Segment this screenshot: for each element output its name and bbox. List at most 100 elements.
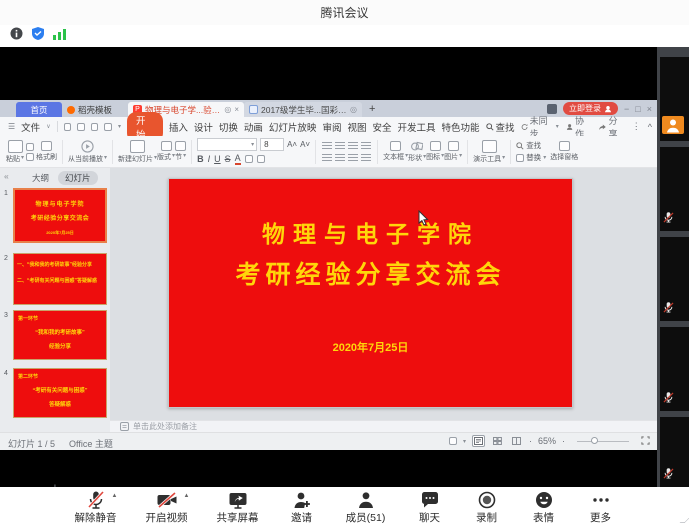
present-tools-button[interactable]: 演示工具▾ xyxy=(473,140,505,164)
fullscreen-icon[interactable] xyxy=(641,436,650,447)
comment-icon[interactable] xyxy=(449,437,457,445)
section-button[interactable]: 节▾ xyxy=(175,141,186,162)
font-size-combobox[interactable]: 8 xyxy=(260,138,284,151)
undo-icon[interactable] xyxy=(91,123,99,131)
line-spacing-icon[interactable] xyxy=(361,154,371,162)
slide-thumbnail-1[interactable]: 物理与电子学院 考研经验分享交流会 2020年7月25日 xyxy=(13,188,107,243)
bold-button[interactable]: B xyxy=(197,154,204,164)
more-button[interactable]: 更多 xyxy=(582,489,620,526)
align-center-icon[interactable] xyxy=(335,154,345,162)
menu-transition[interactable]: 切换 xyxy=(219,120,238,134)
cut-icon[interactable] xyxy=(26,143,34,151)
align-right-icon[interactable] xyxy=(348,154,358,162)
picture-button[interactable]: 图片▾ xyxy=(444,141,462,162)
current-slide-canvas[interactable]: 物理与电子学院 考研经验分享交流会 2020年7月25日 xyxy=(168,178,573,408)
tab-slides[interactable]: 幻灯片 xyxy=(58,171,98,185)
find-button[interactable]: 查找 xyxy=(516,140,546,151)
meeting-security-shield-icon[interactable] xyxy=(32,27,44,45)
collapse-ribbon-icon[interactable]: ^ xyxy=(648,122,652,132)
italic-button[interactable]: I xyxy=(208,154,211,164)
pin-tab-icon[interactable]: ◎ xyxy=(350,105,357,114)
menu-file[interactable]: 文件 xyxy=(21,120,40,134)
hamburger-menu-icon[interactable]: ☰ xyxy=(8,122,15,131)
record-button[interactable]: 录制 xyxy=(468,489,506,526)
copy-icon[interactable] xyxy=(26,153,34,161)
menu-find[interactable]: 查找 xyxy=(486,120,515,134)
message-center-icon[interactable] xyxy=(547,104,557,114)
zoom-slider[interactable] xyxy=(577,441,629,442)
select-pane-button[interactable]: 选择窗格 xyxy=(550,141,578,162)
shape-button[interactable]: 形状▾ xyxy=(408,141,426,163)
play-from-current-button[interactable]: 从当前播放▾ xyxy=(68,140,107,164)
meeting-network-signal-icon[interactable] xyxy=(53,27,67,45)
normal-view-icon[interactable] xyxy=(472,435,485,447)
menu-review[interactable]: 审阅 xyxy=(322,120,341,134)
underline-button[interactable]: U xyxy=(214,154,221,164)
menu-view[interactable]: 视图 xyxy=(347,120,366,134)
participant-tile[interactable] xyxy=(660,327,689,411)
meeting-info-icon[interactable] xyxy=(10,27,23,45)
close-tab-icon[interactable]: × xyxy=(234,105,239,114)
pin-tab-icon[interactable]: ◎ xyxy=(224,105,231,114)
participant-tile[interactable] xyxy=(660,237,689,321)
indent-increase-icon[interactable] xyxy=(361,142,371,150)
collapse-panel-icon[interactable]: « xyxy=(4,171,9,181)
font-color-button[interactable]: A xyxy=(235,153,241,165)
wps-tab-document2[interactable]: 2017级学生毕...国彩 (解答版) ◎ xyxy=(244,102,362,117)
notes-strip[interactable]: 单击此处添加备注 xyxy=(110,420,658,432)
chat-button[interactable]: 聊天 xyxy=(411,489,449,526)
font-name-combobox[interactable]: ▾ xyxy=(197,138,257,151)
unmute-button[interactable]: ▲ 解除静音 xyxy=(70,489,122,526)
strikethrough-button[interactable]: S xyxy=(225,154,231,164)
bullet-list-icon[interactable] xyxy=(322,142,332,150)
menu-slideshow[interactable]: 幻灯片放映 xyxy=(269,120,317,134)
clear-format-icon[interactable] xyxy=(257,155,265,163)
zoom-slider-knob[interactable] xyxy=(591,437,598,444)
replace-button[interactable]: 替换 ▾ xyxy=(516,152,546,163)
start-video-button[interactable]: ▲ 开启视频 xyxy=(141,489,193,526)
wps-tab-docer[interactable]: 稻壳模板 xyxy=(62,102,128,117)
highlight-icon[interactable] xyxy=(245,155,253,163)
wps-tab-home[interactable]: 首页 xyxy=(16,102,62,117)
menu-dev-tools[interactable]: 开发工具 xyxy=(397,120,435,134)
number-list-icon[interactable] xyxy=(335,142,345,150)
maximize-window-icon[interactable]: □ xyxy=(635,104,640,114)
emoji-button[interactable]: 表情 xyxy=(525,489,563,526)
indent-decrease-icon[interactable] xyxy=(348,142,358,150)
menu-security[interactable]: 安全 xyxy=(372,120,391,134)
participant-tile[interactable] xyxy=(660,57,689,141)
menu-features[interactable]: 特色功能 xyxy=(442,120,480,134)
menu-insert[interactable]: 插入 xyxy=(169,120,188,134)
participant-tile[interactable] xyxy=(660,147,689,231)
slide-thumbnail-2[interactable]: 一、“我和我的考研故事”经验分享 二、“考研有关问题与困惑”答疑解惑 xyxy=(13,253,107,305)
participant-tile[interactable] xyxy=(660,417,689,487)
theme-name[interactable]: Office 主题 xyxy=(69,437,113,450)
redo-icon[interactable] xyxy=(104,123,112,131)
slide-sorter-view-icon[interactable] xyxy=(491,435,504,447)
menu-design[interactable]: 设计 xyxy=(194,120,213,134)
shrink-font-button[interactable]: A˅ xyxy=(300,140,310,149)
icon-library-button[interactable]: 图标▾ xyxy=(426,141,444,162)
slide-thumbnail-4[interactable]: 第二环节 “考研有关问题与困惑” 答疑解惑 xyxy=(13,368,107,418)
textbox-button[interactable]: 文本框▾ xyxy=(383,141,408,162)
share-screen-button[interactable]: 共享屏幕 xyxy=(212,489,264,526)
new-slide-button[interactable]: 新建幻灯片▾ xyxy=(118,140,157,164)
invite-button[interactable]: 邀请 xyxy=(283,489,321,526)
reading-view-icon[interactable] xyxy=(510,435,523,447)
menu-animation[interactable]: 动画 xyxy=(244,120,263,134)
close-window-icon[interactable]: × xyxy=(647,104,652,114)
new-tab-button[interactable]: + xyxy=(369,102,375,117)
mic-options-arrow-icon[interactable]: ▲ xyxy=(112,493,118,499)
tab-outline[interactable]: 大纲 xyxy=(32,172,49,184)
members-button[interactable]: 成员(51) xyxy=(340,489,392,526)
paste-button[interactable]: 粘贴▾ xyxy=(6,140,24,164)
slide-thumbnail-3[interactable]: 第一环节 “我和我的考研故事” 经验分享 xyxy=(13,310,107,360)
more-menu-icon[interactable]: ⋮ xyxy=(632,121,641,132)
format-painter-button[interactable]: 格式刷 xyxy=(36,141,57,162)
slide-editing-area[interactable]: 物理与电子学院 考研经验分享交流会 2020年7月25日 xyxy=(110,168,658,420)
video-options-arrow-icon[interactable]: ▲ xyxy=(184,493,190,499)
grow-font-button[interactable]: A˄ xyxy=(287,140,297,149)
align-left-icon[interactable] xyxy=(322,154,332,162)
layout-button[interactable]: 版式▾ xyxy=(157,141,175,162)
print-icon[interactable] xyxy=(77,123,85,131)
